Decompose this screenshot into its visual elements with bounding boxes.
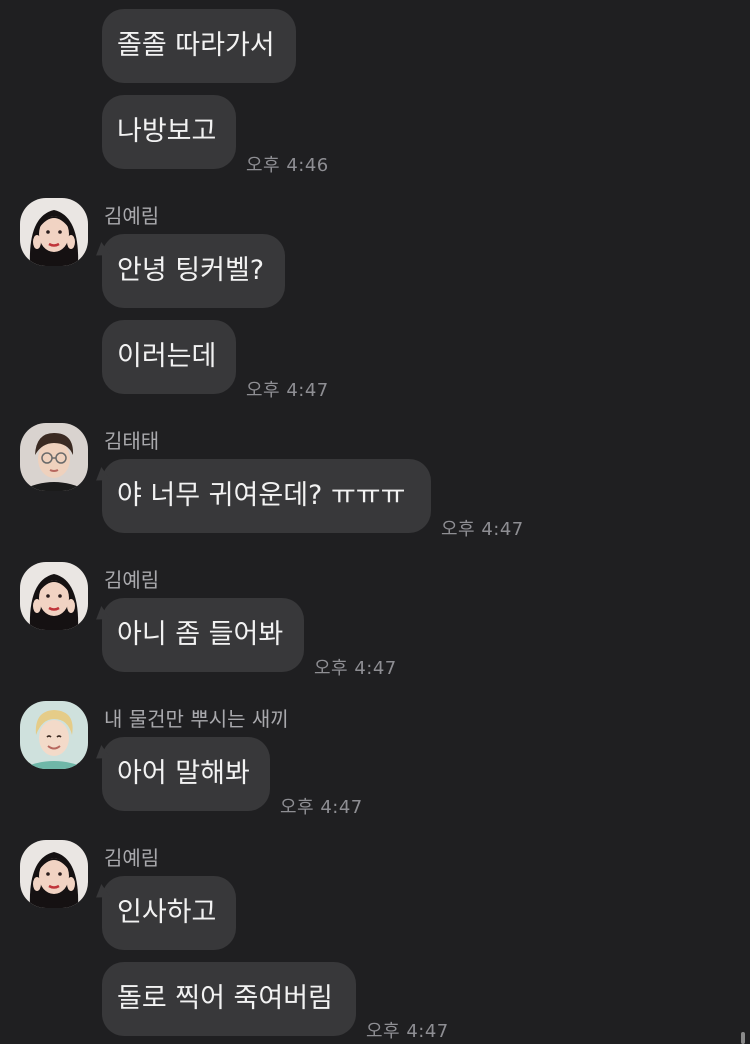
avatar[interactable] (20, 198, 88, 266)
message-bubble[interactable]: 돌로 찍어 죽여버림 (102, 962, 356, 1036)
message-bubble[interactable]: 나방보고 (102, 95, 236, 169)
message-text: 나방보고 (117, 116, 217, 147)
message-text: 인사하고 (117, 897, 217, 928)
message-time: 오후 4:47 (280, 797, 363, 818)
avatar-photo-icon (20, 840, 88, 908)
message-bubble[interactable]: 야 너무 귀여운데? ㅠㅠㅠ (102, 459, 431, 533)
message-text: 안녕 팅커벨? (117, 255, 265, 286)
sender-name: 김예림 (104, 846, 160, 870)
message-text: 졸졸 따라가서 (117, 30, 275, 61)
message-bubble[interactable]: 졸졸 따라가서 (102, 9, 296, 83)
message-text: 야 너무 귀여운데? ㅠㅠㅠ (117, 480, 406, 511)
message-bubble[interactable]: 이러는데 (102, 320, 236, 394)
message-time: 오후 4:46 (246, 155, 329, 176)
avatar-photo-icon (20, 562, 88, 630)
message-time: 오후 4:47 (246, 380, 329, 401)
sender-name: 내 물건만 뿌시는 새끼 (104, 707, 289, 731)
message-time: 오후 4:47 (314, 658, 397, 679)
message-time: 오후 4:47 (441, 519, 524, 540)
message-text: 아니 좀 들어봐 (117, 619, 284, 650)
sender-name: 김예림 (104, 204, 160, 228)
avatar[interactable] (20, 840, 88, 908)
message-bubble[interactable]: 아니 좀 들어봐 (102, 598, 304, 672)
message-bubble[interactable]: 아어 말해봐 (102, 737, 270, 811)
avatar-photo-icon (20, 701, 88, 769)
message-text: 이러는데 (117, 341, 217, 372)
message-text: 돌로 찍어 죽여버림 (117, 983, 333, 1014)
message-bubble[interactable]: 인사하고 (102, 876, 236, 950)
sender-name: 김태태 (104, 429, 160, 453)
avatar[interactable] (20, 701, 88, 769)
message-time: 오후 4:47 (366, 1021, 449, 1042)
sender-name: 김예림 (104, 568, 160, 592)
avatar-photo-icon (20, 423, 88, 491)
avatar[interactable] (20, 423, 88, 491)
scrollbar[interactable] (741, 1032, 745, 1044)
message-bubble[interactable]: 안녕 팅커벨? (102, 234, 285, 308)
avatar[interactable] (20, 562, 88, 630)
message-text: 아어 말해봐 (117, 758, 250, 789)
avatar-photo-icon (20, 198, 88, 266)
chat-window: 졸졸 따라가서 나방보고 오후 4:46 김예림 안녕 팅커벨? 이러는데 오후… (0, 0, 750, 1044)
